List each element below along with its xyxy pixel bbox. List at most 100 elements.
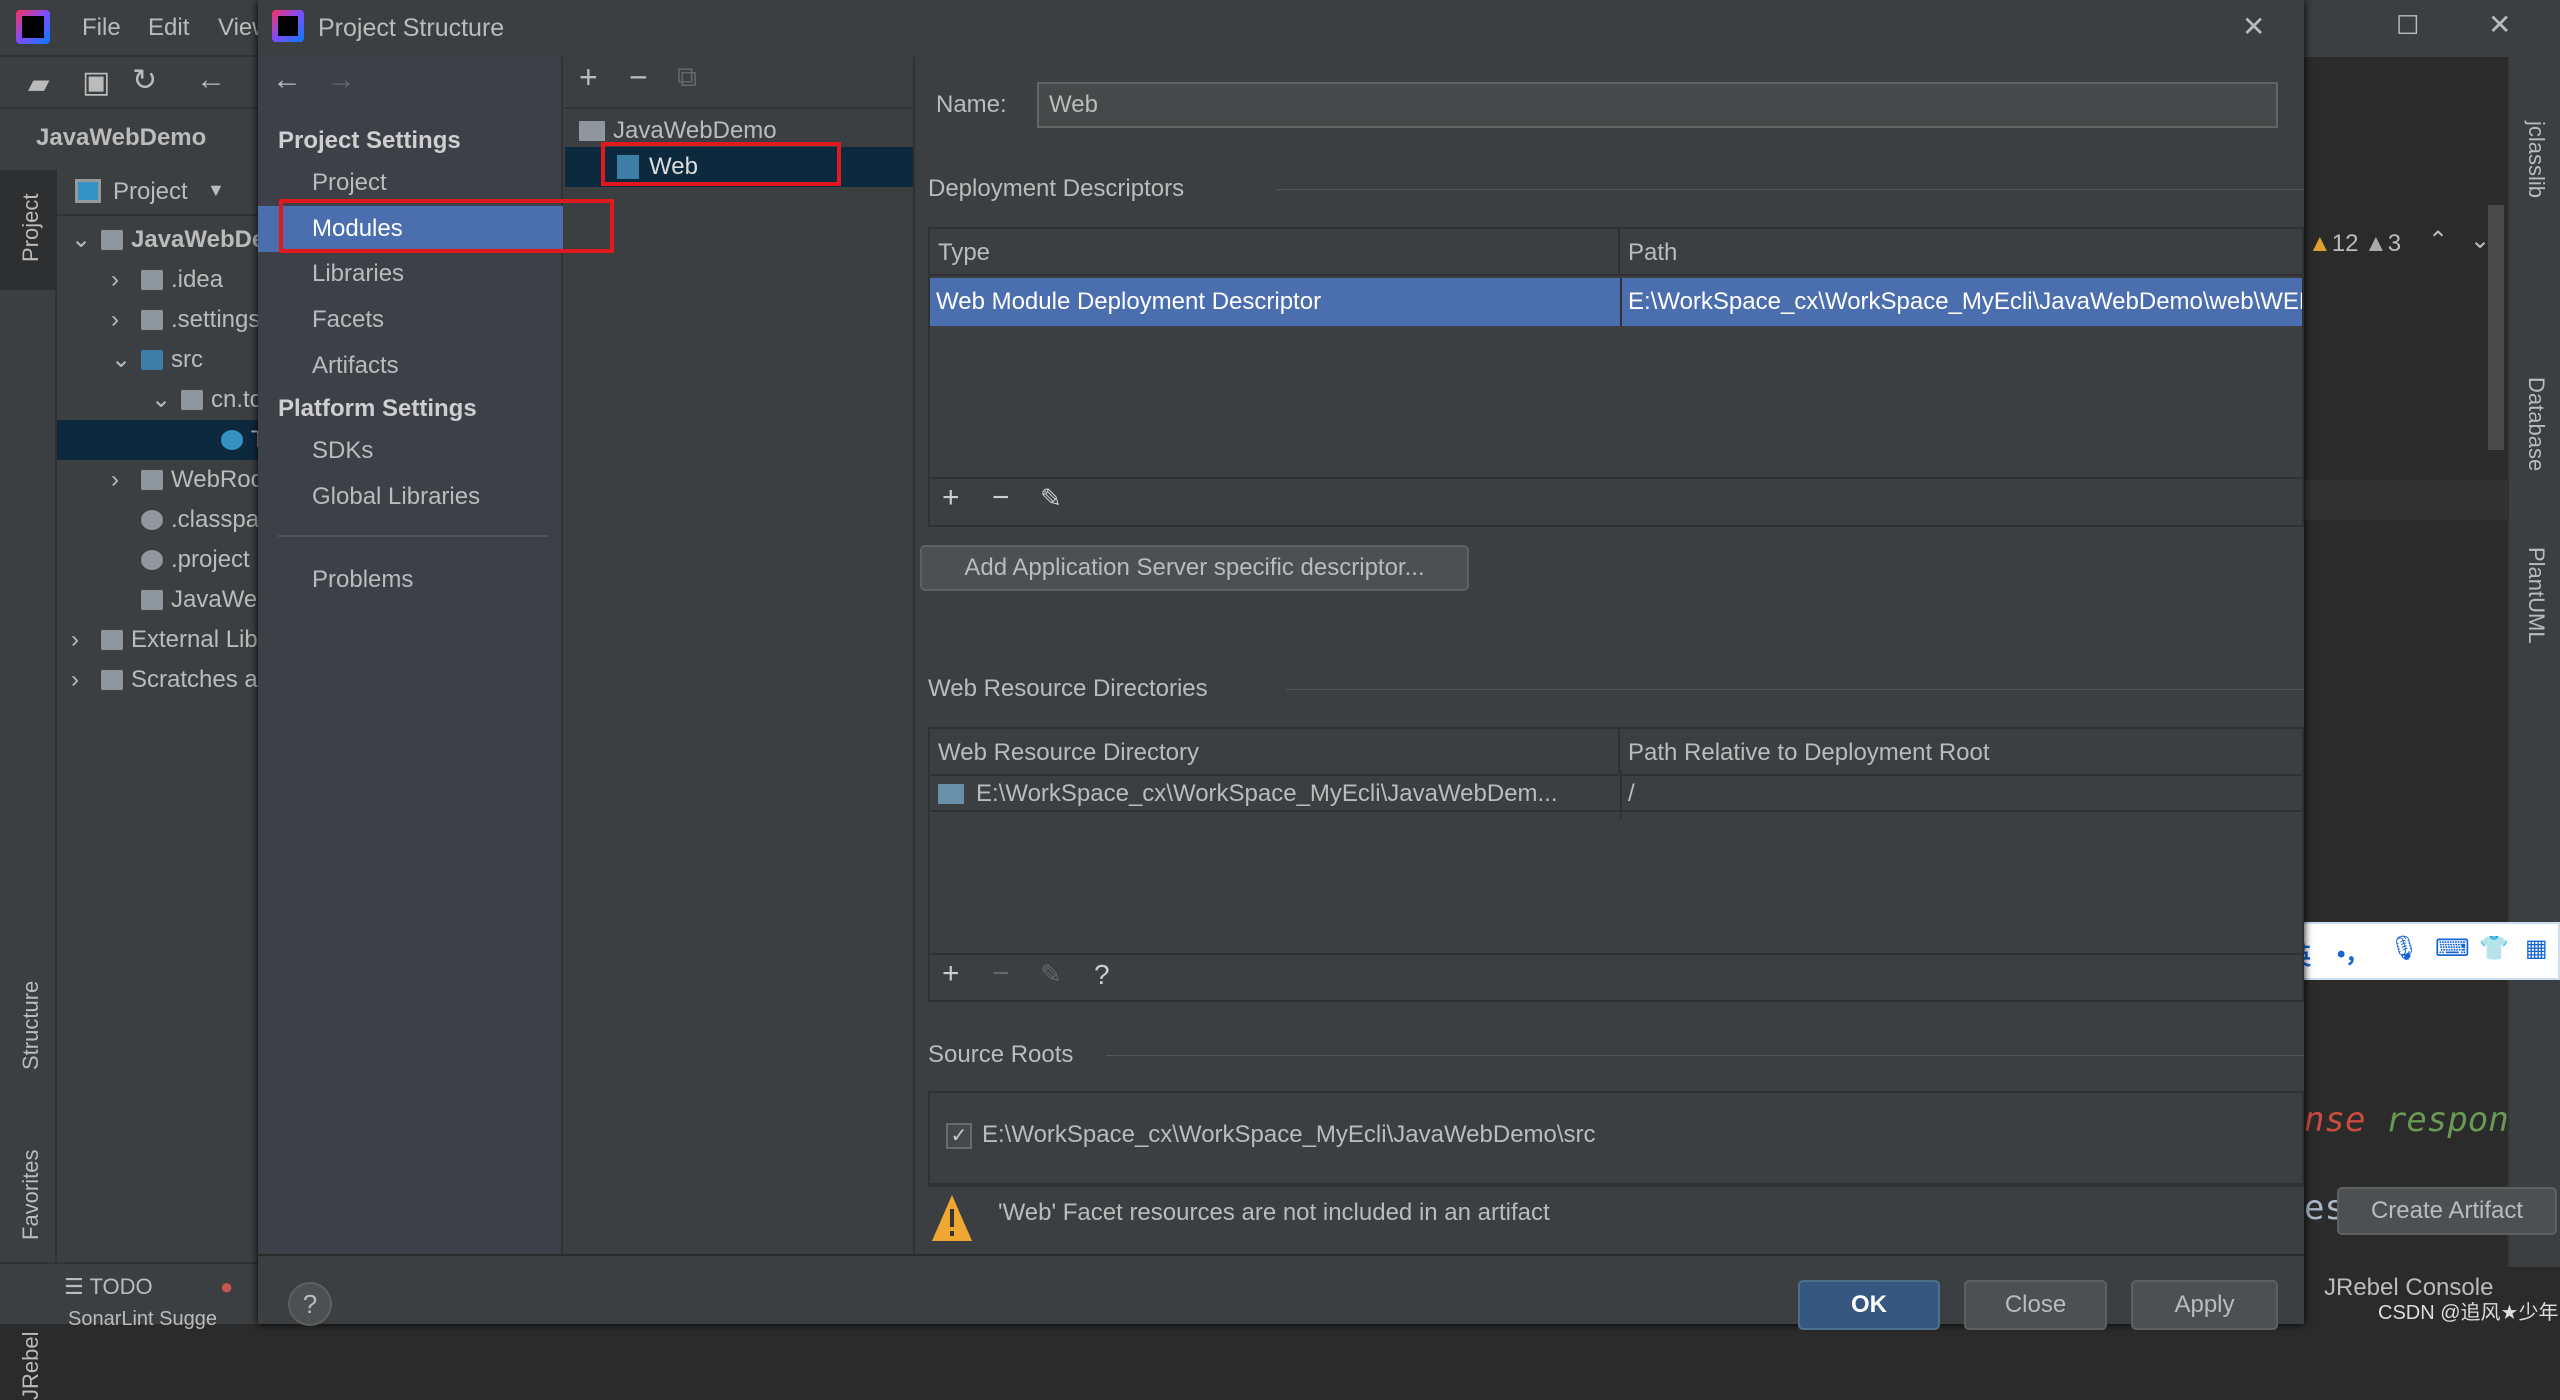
- window-close-icon[interactable]: ✕: [2488, 8, 2511, 41]
- chevron-down-icon[interactable]: ⌄: [151, 380, 171, 420]
- tool-structure[interactable]: Structure: [18, 981, 44, 1070]
- column-header-path[interactable]: Path: [1620, 229, 2302, 276]
- tree-item[interactable]: T: [57, 420, 258, 460]
- chevron-right-icon[interactable]: ›: [111, 460, 119, 500]
- table-row[interactable]: Web Module Deployment Descriptor E:\Work…: [930, 278, 2302, 326]
- cell-relative-path: /: [1620, 770, 2302, 818]
- tool-project[interactable]: Project: [18, 194, 44, 262]
- chevron-down-icon[interactable]: ⌄: [111, 340, 131, 380]
- save-icon[interactable]: ▣: [82, 65, 110, 100]
- tree-item[interactable]: ⌄ cn.tc: [57, 380, 258, 420]
- back-arrow-icon[interactable]: ←: [196, 63, 226, 97]
- nav-libraries[interactable]: Libraries: [258, 251, 563, 297]
- intellij-logo-icon: [272, 10, 304, 42]
- remove-icon[interactable]: −: [629, 59, 648, 96]
- chevron-right-icon[interactable]: ›: [111, 260, 119, 300]
- edit-pencil-icon[interactable]: ✎: [1040, 483, 1062, 514]
- chevron-right-icon[interactable]: ›: [111, 300, 119, 340]
- dialog-close-icon[interactable]: ✕: [2242, 10, 2265, 43]
- edit-pencil-icon[interactable]: ✎: [1040, 959, 1062, 990]
- name-input[interactable]: [1037, 82, 2278, 128]
- tool-favorites[interactable]: Favorites: [18, 1150, 44, 1240]
- skin-icon[interactable]: 👕: [2479, 934, 2509, 963]
- sync-icon[interactable]: ↻: [132, 63, 157, 98]
- dropdown-icon[interactable]: ▼: [207, 180, 225, 201]
- remove-directory-icon[interactable]: −: [992, 957, 1010, 991]
- menu-edit[interactable]: Edit: [148, 14, 189, 42]
- ide-editor-area: ☐ ✕ ▲12 ▲3 ⌃ ⌄ nse respons esponse) th j…: [2207, 0, 2560, 1324]
- tree-item[interactable]: › External Libraries: [57, 620, 258, 660]
- chevron-right-icon[interactable]: ›: [71, 620, 79, 660]
- libraries-icon: [101, 630, 123, 650]
- error-count[interactable]: ▲12: [2308, 230, 2358, 258]
- tree-item[interactable]: › .idea: [57, 260, 258, 300]
- add-server-descriptor-button[interactable]: Add Application Server specific descript…: [920, 545, 1469, 591]
- toolbox-icon[interactable]: ▦: [2525, 934, 2548, 963]
- tree-item[interactable]: › Scratches and Consoles: [57, 660, 258, 700]
- watermark: CSDN @追风★少年: [2378, 1302, 2559, 1324]
- remove-descriptor-icon[interactable]: −: [992, 481, 1010, 515]
- apply-button[interactable]: Apply: [2131, 1280, 2278, 1330]
- tree-item[interactable]: › WebRoot: [57, 460, 258, 500]
- column-header-relative-path[interactable]: Path Relative to Deployment Root: [1620, 729, 2302, 776]
- forward-icon[interactable]: →: [326, 63, 356, 97]
- nav-facets[interactable]: Facets: [258, 297, 563, 343]
- class-icon: [221, 430, 243, 450]
- back-icon[interactable]: ←: [272, 63, 302, 97]
- tree-item[interactable]: .classpath: [57, 500, 258, 540]
- dialog-footer: ? OK Close Apply: [258, 1254, 2304, 1330]
- menu-file[interactable]: File: [82, 14, 121, 42]
- sonarlint-label[interactable]: SonarLint Sugge: [68, 1308, 217, 1331]
- nav-artifacts[interactable]: Artifacts: [258, 343, 563, 389]
- keyboard-icon[interactable]: ⌨: [2435, 934, 2470, 963]
- name-label: Name:: [936, 91, 1007, 118]
- maximize-icon[interactable]: ☐: [2396, 10, 2419, 41]
- add-descriptor-icon[interactable]: +: [942, 481, 960, 515]
- platform-settings-header: Platform Settings: [278, 395, 477, 422]
- tool-jrebel[interactable]: JRebel: [18, 1332, 44, 1400]
- add-icon[interactable]: +: [579, 59, 598, 96]
- tree-label: T: [251, 420, 258, 460]
- help-button[interactable]: ?: [288, 1282, 332, 1326]
- tree-item[interactable]: ⌄ src: [57, 340, 258, 380]
- tree-item[interactable]: JavaWebDemo: [57, 580, 258, 620]
- ok-button[interactable]: OK: [1798, 1280, 1940, 1330]
- nav-sdks[interactable]: SDKs: [258, 428, 563, 474]
- project-tool-header[interactable]: Project ▼: [57, 166, 258, 216]
- checkbox-checked-icon[interactable]: ✓: [946, 1123, 972, 1149]
- tree-item[interactable]: ⌄ JavaWebDemo: [57, 220, 258, 260]
- tool-plantuml[interactable]: PlantUML: [2523, 547, 2549, 644]
- warning-count[interactable]: ▲3: [2364, 230, 2401, 258]
- tree-label: .project: [171, 546, 250, 573]
- nav-global-libraries[interactable]: Global Libraries: [258, 474, 563, 520]
- tool-todo[interactable]: ☰ TODO: [64, 1274, 153, 1300]
- microphone-icon[interactable]: 🎙: [2389, 934, 2419, 963]
- add-directory-icon[interactable]: +: [942, 957, 960, 991]
- chevron-down-icon[interactable]: ⌄: [71, 220, 91, 260]
- copy-icon[interactable]: ⧉: [677, 61, 697, 94]
- breadcrumb[interactable]: JavaWebDemo: [36, 124, 206, 152]
- nav-problems[interactable]: Problems: [258, 557, 563, 603]
- create-artifact-button[interactable]: Create Artifact: [2337, 1187, 2557, 1235]
- nav-divider: [278, 535, 548, 537]
- close-button[interactable]: Close: [1964, 1280, 2107, 1330]
- tree-label: JavaWebDemo: [613, 117, 777, 144]
- tree-item[interactable]: .project: [57, 540, 258, 580]
- chevron-right-icon[interactable]: ›: [71, 660, 79, 700]
- deployment-descriptors-table: Type Path Web Module Deployment Descript…: [928, 227, 2304, 527]
- project-structure-dialog: Project Structure ✕ ← → Project Settings…: [258, 0, 2557, 1330]
- column-header-directory[interactable]: Web Resource Directory: [930, 729, 1620, 776]
- tool-jclasslib[interactable]: jclasslib: [2523, 121, 2549, 198]
- tree-item[interactable]: › .settings: [57, 300, 258, 340]
- problems-icon[interactable]: ●: [220, 1274, 233, 1300]
- open-folder-icon[interactable]: ▰: [28, 67, 50, 100]
- eclipse-file-icon: [141, 510, 163, 530]
- tool-database[interactable]: Database: [2523, 377, 2549, 471]
- prev-highlight-icon[interactable]: ⌃: [2428, 226, 2448, 255]
- column-header-type[interactable]: Type: [930, 229, 1620, 276]
- help-icon[interactable]: ?: [1094, 959, 1110, 991]
- editor-scrollbar[interactable]: [2488, 205, 2504, 450]
- table-row[interactable]: E:\WorkSpace_cx\WorkSpace_MyEcli\JavaWeb…: [930, 770, 2302, 818]
- ime-punct[interactable]: •，: [2337, 934, 2369, 969]
- source-roots-title: Source Roots: [928, 1041, 1074, 1068]
